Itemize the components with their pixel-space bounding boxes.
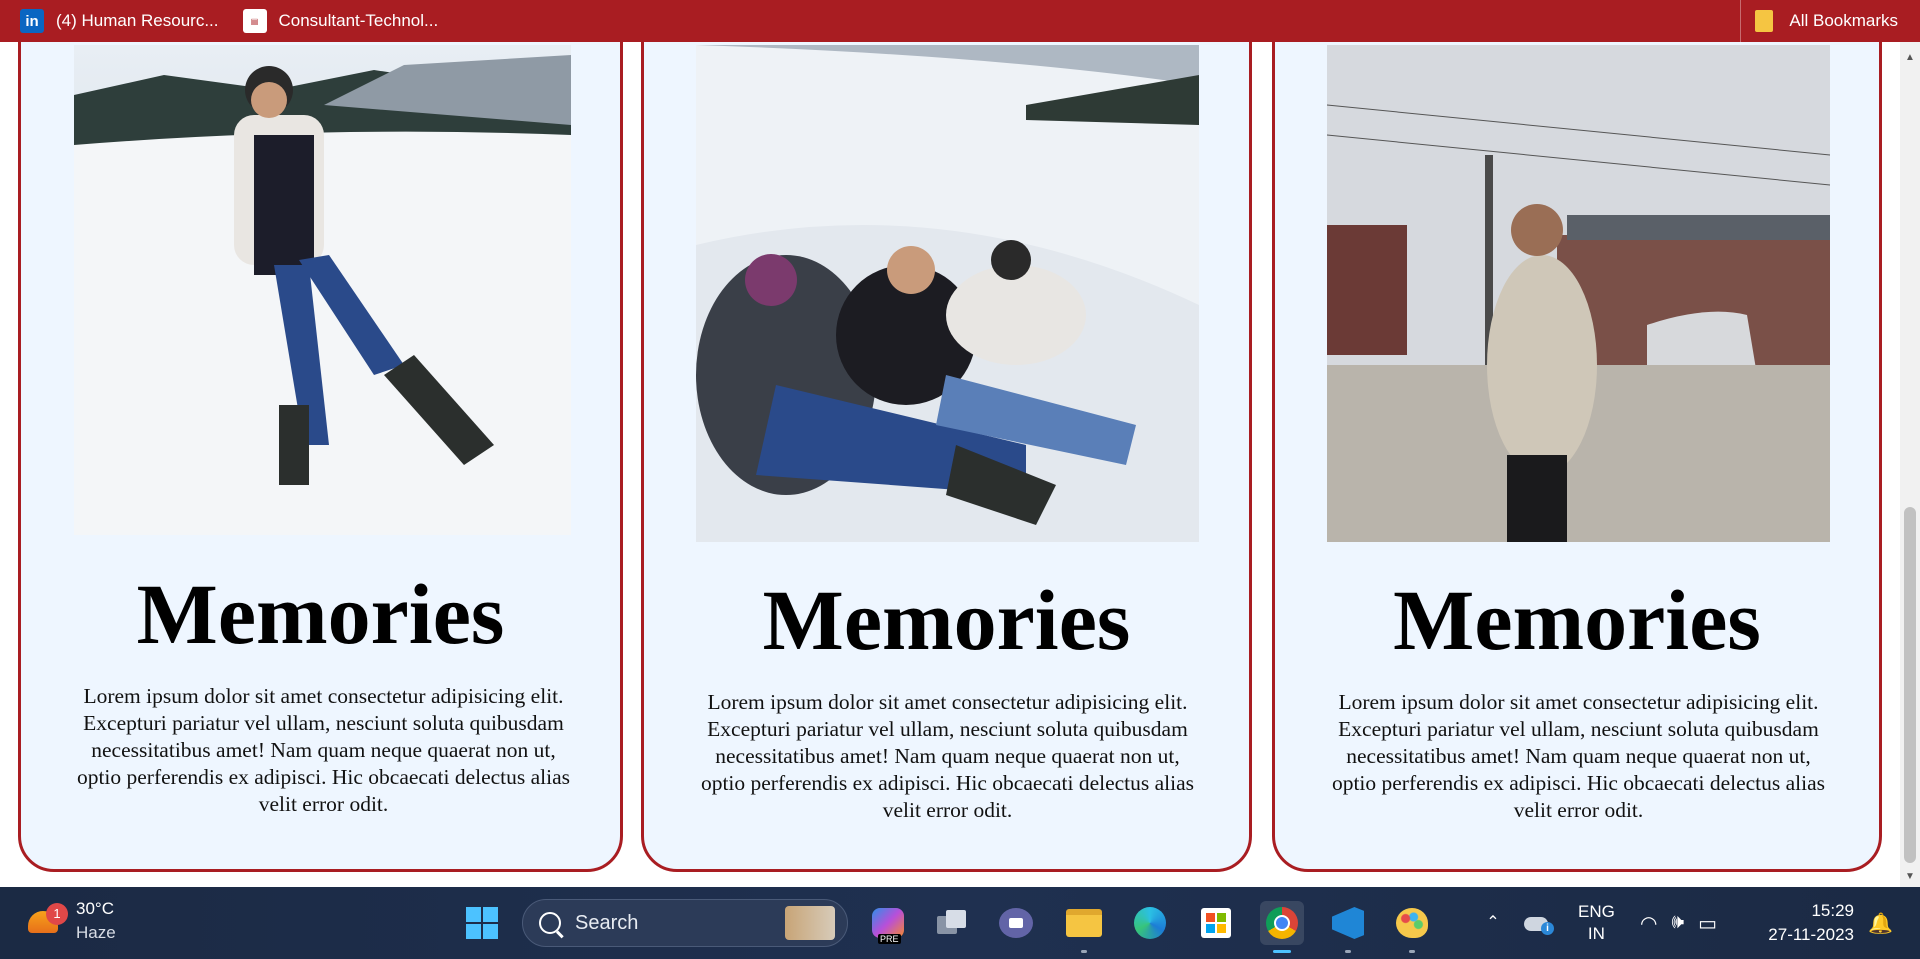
vscode-button[interactable] — [1326, 901, 1370, 953]
edge-icon — [1134, 907, 1166, 939]
haze-weather-icon: 1 — [24, 901, 68, 941]
folder-icon — [1066, 909, 1102, 937]
card-text: Lorem ipsum dolor sit amet consectetur a… — [1331, 690, 1826, 822]
scroll-up-arrow-icon[interactable]: ▲ — [1900, 48, 1920, 66]
memory-card: Memories Lorem ipsum dolor sit amet cons… — [18, 42, 623, 872]
search-icon — [539, 912, 561, 934]
chrome-button[interactable] — [1260, 901, 1304, 953]
card-text: Lorem ipsum dolor sit amet consectetur a… — [76, 684, 571, 816]
scroll-down-arrow-icon[interactable]: ▼ — [1900, 867, 1920, 885]
site-favicon-icon: ▤ — [242, 9, 267, 33]
weather-condition: Haze — [76, 923, 116, 942]
paint-palette-icon — [1396, 908, 1428, 938]
search-placeholder: Search — [575, 911, 639, 934]
running-indicator — [1409, 950, 1415, 953]
bookmark-label: (4) Human Resourc... — [56, 11, 219, 30]
edge-button[interactable] — [1128, 901, 1172, 945]
store-button[interactable] — [1194, 901, 1238, 945]
system-tray-icons[interactable]: ◠ 🕪 ▭ — [1640, 911, 1717, 936]
person-on-street-photo — [1327, 45, 1830, 542]
taskbar-search[interactable]: Search — [522, 899, 848, 947]
running-indicator — [1081, 950, 1087, 953]
task-view-button[interactable] — [930, 901, 974, 945]
start-button[interactable] — [460, 901, 504, 945]
search-highlight-icon — [785, 906, 835, 940]
bookmarks-bar: in (4) Human Resourc... ▤ Consultant-Tec… — [0, 0, 1920, 42]
card-title: Memories — [136, 566, 505, 662]
running-indicator — [1345, 950, 1351, 953]
bookmark-linkedin[interactable]: in (4) Human Resourc... — [0, 0, 231, 42]
weather-widget[interactable]: 1 30°C Haze — [24, 897, 116, 945]
page-scrollbar[interactable]: ▲ ▼ — [1900, 42, 1920, 887]
paint-button[interactable] — [1390, 901, 1434, 953]
teams-icon — [999, 908, 1033, 938]
page-viewport: Memories Lorem ipsum dolor sit amet cons… — [0, 42, 1900, 887]
all-bookmarks-label: All Bookmarks — [1789, 11, 1898, 30]
memory-card: Memories Lorem ipsum dolor sit amet cons… — [1272, 42, 1882, 872]
copilot-button[interactable]: PRE — [866, 901, 910, 945]
copilot-pre-tag: PRE — [878, 934, 901, 944]
bookmark-label: Consultant-Technol... — [278, 11, 439, 30]
all-bookmarks-button[interactable]: All Bookmarks — [1740, 0, 1920, 42]
time: 15:29 — [1811, 901, 1854, 920]
onedrive-cloud-icon[interactable] — [1524, 911, 1554, 935]
friends-lying-in-snow-photo — [696, 45, 1199, 542]
volume-icon: 🕪 — [1671, 911, 1685, 933]
copilot-icon: PRE — [872, 908, 904, 944]
lang-region: IN — [1587, 924, 1605, 943]
notification-bell-icon[interactable]: 🔔 — [1868, 911, 1893, 936]
date: 27-11-2023 — [1768, 925, 1854, 944]
active-indicator — [1273, 950, 1291, 953]
lang-code: ENG — [1578, 902, 1615, 921]
person-in-snow-photo — [74, 45, 571, 535]
memory-card: Memories Lorem ipsum dolor sit amet cons… — [641, 42, 1252, 872]
file-explorer-button[interactable] — [1062, 901, 1106, 953]
chrome-icon — [1266, 907, 1298, 939]
bookmark-consultant[interactable]: ▤ Consultant-Technol... — [231, 0, 451, 42]
language-indicator[interactable]: ENG IN — [1578, 901, 1615, 945]
card-title: Memories — [762, 572, 1131, 668]
notification-badge: 1 — [46, 903, 68, 925]
clock[interactable]: 15:29 27-11-2023 — [1758, 899, 1854, 947]
weather-temp: 30°C — [76, 899, 114, 918]
windows-logo-icon — [466, 907, 498, 939]
wifi-icon: ◠ — [1640, 913, 1658, 935]
linkedin-icon: in — [20, 9, 44, 33]
chevron-up-icon[interactable]: ⌃ — [1480, 909, 1506, 935]
windows-taskbar: 1 30°C Haze Search PRE ⌃ i ENG IN ◠ 🕪 ▭ … — [0, 887, 1920, 959]
store-icon — [1201, 908, 1231, 938]
scroll-thumb[interactable] — [1904, 507, 1916, 863]
task-view-icon — [937, 910, 967, 936]
folder-icon — [1755, 10, 1774, 32]
card-text: Lorem ipsum dolor sit amet consectetur a… — [700, 690, 1195, 822]
card-title: Memories — [1393, 572, 1761, 668]
battery-icon: ▭ — [1698, 913, 1717, 935]
vscode-icon — [1332, 907, 1364, 939]
teams-button[interactable] — [994, 901, 1038, 945]
